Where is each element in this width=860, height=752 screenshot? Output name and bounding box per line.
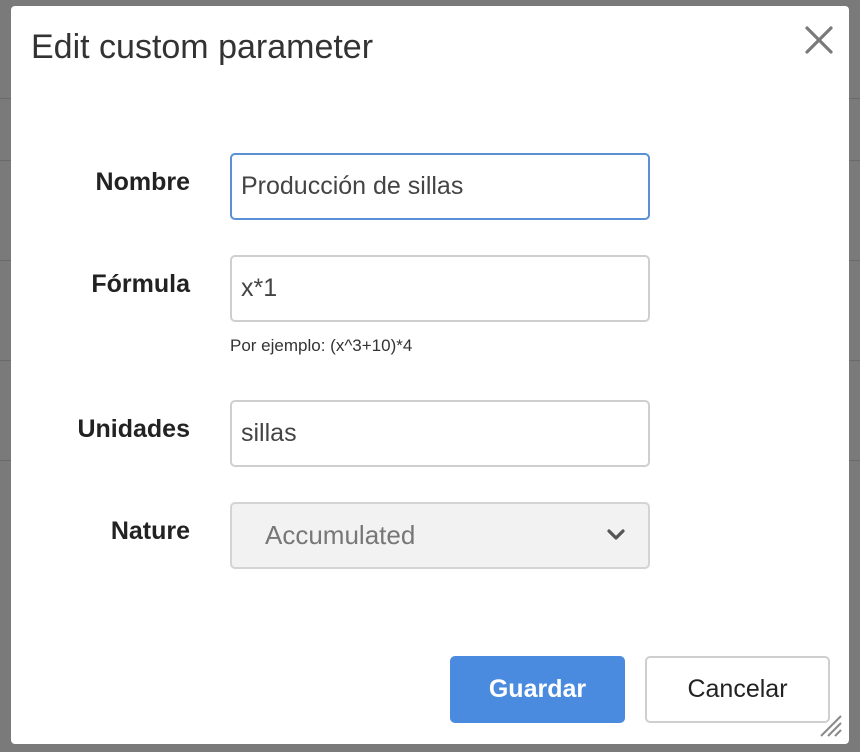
cancel-button[interactable]: Cancelar [645, 656, 830, 723]
nature-label: Nature [110, 517, 190, 545]
edit-parameter-dialog: Edit custom parameter Nombre Fórmula Por… [11, 6, 849, 744]
nature-selected-value: Accumulated [265, 520, 416, 550]
chevron-down-icon [607, 529, 625, 540]
close-icon [805, 26, 833, 54]
formula-label: Fórmula [91, 270, 190, 298]
close-button[interactable] [801, 22, 837, 58]
unidades-label: Unidades [77, 415, 190, 443]
unidades-input[interactable] [230, 400, 650, 467]
save-button[interactable]: Guardar [450, 656, 625, 723]
nombre-input[interactable] [230, 153, 650, 220]
formula-help-text: Por ejemplo: (x^3+10)*4 [230, 336, 413, 355]
formula-input[interactable] [230, 255, 650, 322]
nature-select[interactable]: Accumulated [230, 502, 650, 569]
resize-handle-icon[interactable] [817, 712, 843, 738]
nombre-label: Nombre [95, 168, 190, 196]
dialog-title: Edit custom parameter [31, 28, 374, 66]
